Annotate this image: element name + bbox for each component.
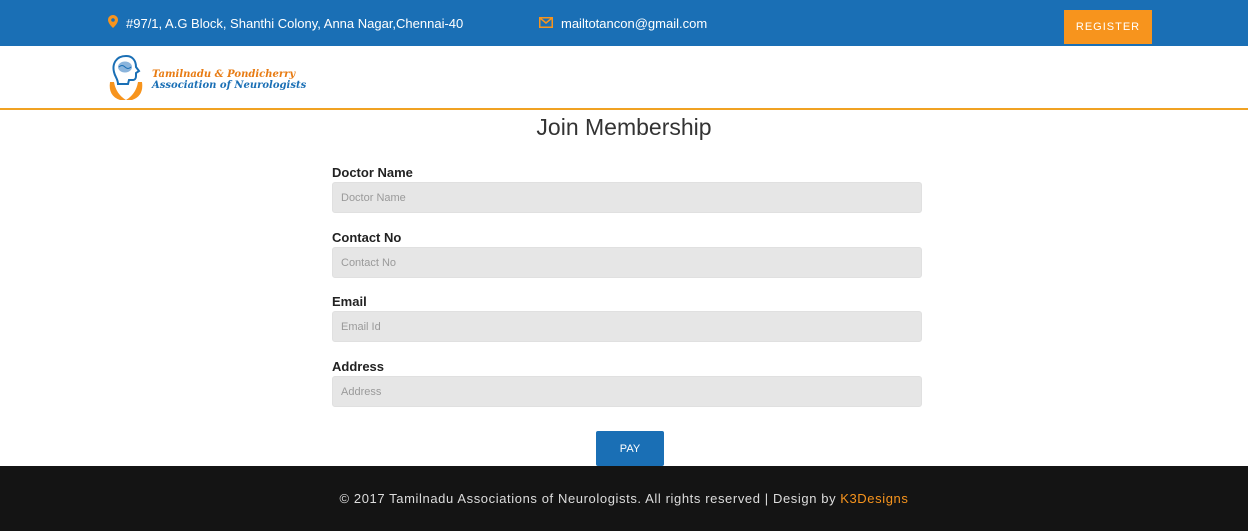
pay-button[interactable]: PAY (596, 431, 664, 466)
doctor-name-label: Doctor Name (332, 165, 413, 180)
contact-no-input[interactable] (332, 247, 922, 278)
site-header: Tamilnadu & Pondicherry Association of N… (0, 46, 1248, 110)
top-bar: #97/1, A.G Block, Shanthi Colony, Anna N… (0, 0, 1248, 46)
address-input[interactable] (332, 376, 922, 407)
email-text[interactable]: mailtotancon@gmail.com (561, 16, 707, 31)
logo-line-2: Association of Neurologists (152, 79, 307, 91)
logo-line-1: Tamilnadu & Pondicherry (152, 68, 296, 80)
logo-text: Tamilnadu & Pondicherry Association of N… (152, 69, 306, 91)
envelope-icon (539, 16, 553, 31)
contact-no-label: Contact No (332, 230, 402, 245)
doctor-name-input[interactable] (332, 182, 922, 213)
copyright-text: © 2017 Tamilnadu Associations of Neurolo… (339, 491, 837, 506)
site-footer: © 2017 Tamilnadu Associations of Neurolo… (0, 466, 1248, 531)
designer-link[interactable]: K3Designs (840, 491, 908, 506)
address-info: #97/1, A.G Block, Shanthi Colony, Anna N… (108, 0, 463, 46)
email-info[interactable]: mailtotancon@gmail.com (539, 0, 707, 46)
map-pin-icon (108, 15, 118, 31)
email-label: Email (332, 294, 367, 309)
email-input[interactable] (332, 311, 922, 342)
register-button[interactable]: REGISTER (1064, 10, 1152, 44)
address-label: Address (332, 359, 385, 374)
brain-head-logo-icon (106, 52, 146, 107)
page-title: Join Membership (536, 114, 712, 140)
site-logo[interactable]: Tamilnadu & Pondicherry Association of N… (106, 52, 306, 107)
address-text: #97/1, A.G Block, Shanthi Colony, Anna N… (126, 15, 464, 31)
